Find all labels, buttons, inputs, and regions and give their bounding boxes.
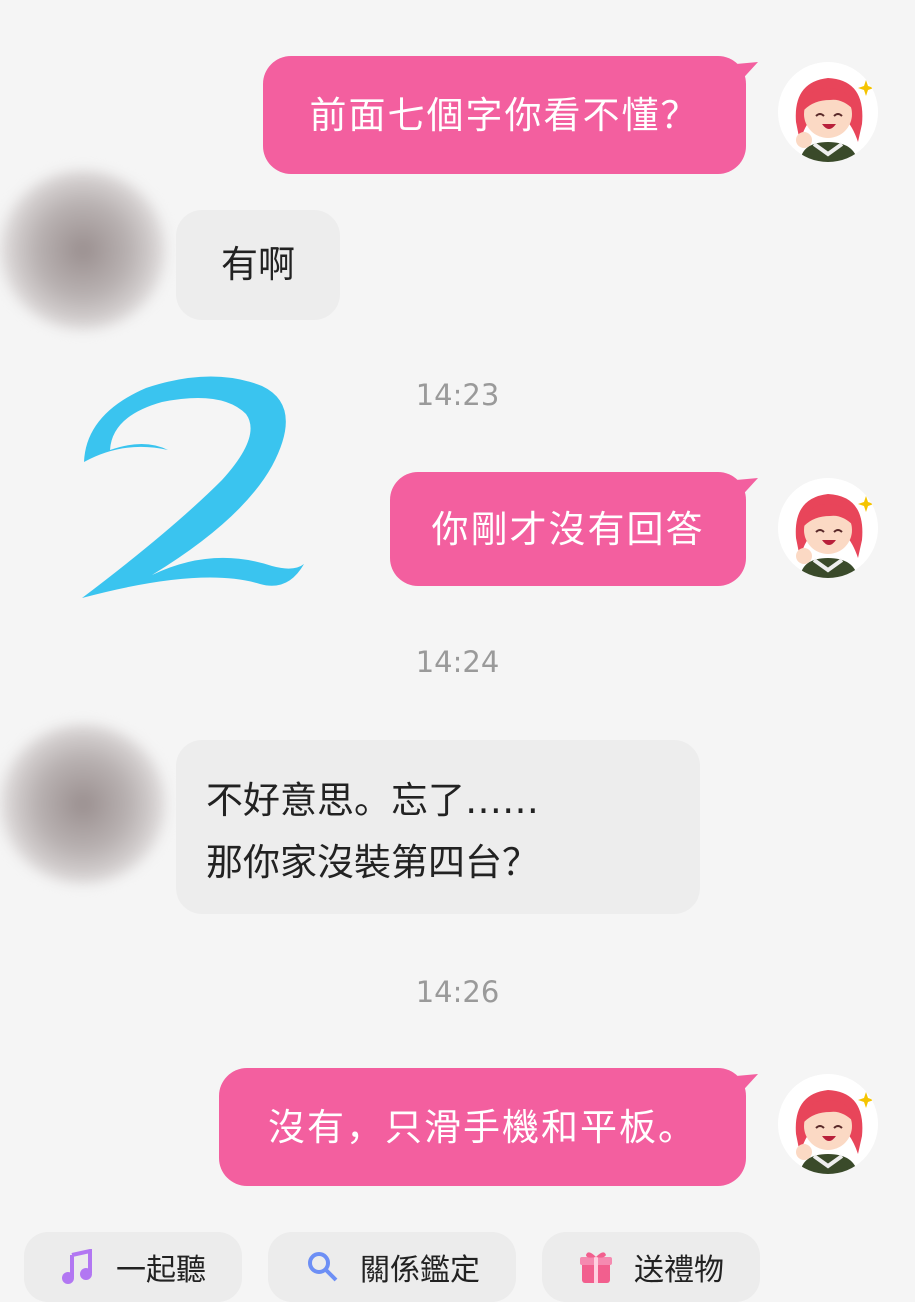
button-label: 送禮物 [634,1253,724,1288]
overlay-number-2 [82,376,304,598]
anime-girl-avatar-icon [778,478,878,578]
relationship-check-button[interactable]: 關係鑑定 [268,1232,516,1302]
message-text: 你剛才沒有回答 [431,507,705,551]
message-bubble-outgoing[interactable]: 沒有，只滑手機和平板。 [219,1068,746,1186]
message-bubble-incoming[interactable]: 有啊 [176,210,340,320]
contact-avatar-blurred[interactable] [0,170,168,330]
user-avatar[interactable] [778,478,878,578]
user-avatar[interactable] [778,1074,878,1174]
send-gift-button[interactable]: 送禮物 [542,1232,760,1302]
message-text: 有啊 [221,243,295,286]
message-bubble-incoming[interactable]: 不好意思。忘了…… 那你家沒裝第四台？ [176,740,700,914]
button-label: 關係鑑定 [360,1253,480,1288]
anime-girl-avatar-icon [778,62,878,162]
user-avatar[interactable] [778,62,878,162]
listen-together-button[interactable]: 一起聽 [24,1232,242,1302]
timestamp: 14:26 [415,975,500,1009]
timestamp: 14:24 [415,645,500,679]
button-label: 一起聽 [116,1253,206,1288]
message-bubble-outgoing[interactable]: 你剛才沒有回答 [390,472,746,586]
message-text-line: 那你家沒裝第四台？ [206,841,539,884]
message-text: 沒有，只滑手機和平板。 [268,1105,697,1149]
message-text-line: 不好意思。忘了…… [206,779,539,822]
anime-girl-avatar-icon [778,1074,878,1174]
message-bubble-outgoing[interactable]: 前面七個字你看不懂？ [263,56,746,174]
contact-avatar-blurred[interactable] [0,724,168,884]
message-text: 前面七個字你看不懂？ [309,93,700,137]
